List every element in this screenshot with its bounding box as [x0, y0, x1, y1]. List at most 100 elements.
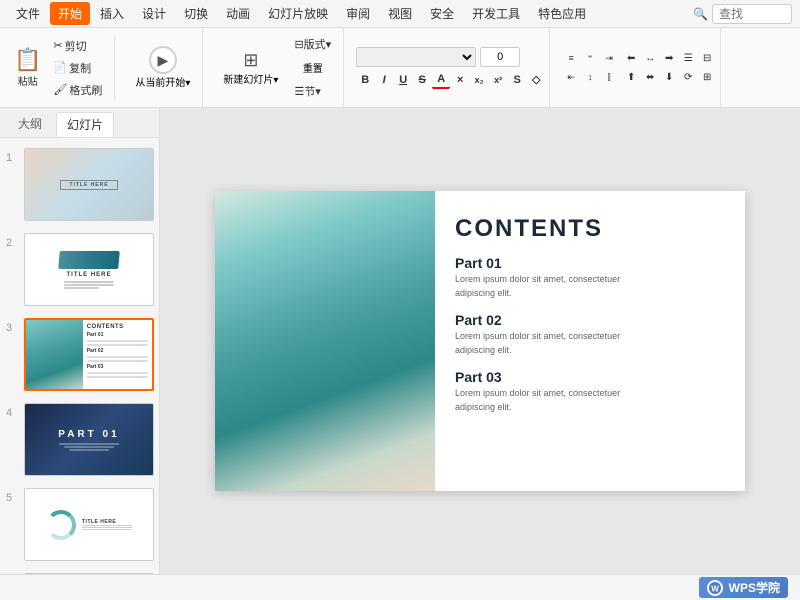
alignment-buttons: ⬅ ↔ ➡ ☰ ⊟ ⬆ ⬌ ⬇ ⟳ ⊞	[622, 49, 716, 86]
smart-art-button[interactable]: ⊞	[698, 68, 716, 86]
panel-tabs: 大纲 幻灯片	[0, 108, 159, 138]
copy-button[interactable]: 📄 复制	[49, 58, 106, 78]
numbered-list-button[interactable]: ⁼	[581, 49, 599, 67]
play-from-current-button[interactable]: ▶ 从当前开始▾	[127, 42, 198, 93]
slide-number-1: 1	[6, 152, 20, 164]
menu-animation[interactable]: 动画	[218, 2, 258, 25]
copy-label: 复制	[69, 60, 91, 76]
new-slide-button[interactable]: ⊞ 新建幻灯片▾	[215, 48, 286, 88]
valign-bottom-button[interactable]: ⬇	[660, 68, 678, 86]
paste-label: 粘贴	[18, 73, 38, 88]
slide-list: 1 TITLE HERE 2 TITLE HERE	[0, 138, 159, 574]
font-family-select[interactable]	[356, 47, 476, 67]
clipboard-group: 📋 粘贴 ✂ 剪切 📄 复制 🖌 格式刷	[8, 36, 115, 100]
slide-item-6[interactable]: 6 TITLE HERE	[4, 571, 155, 574]
svg-text:W: W	[711, 584, 719, 593]
slide-thumb-6: TITLE HERE	[24, 573, 154, 574]
slide-number-3: 3	[6, 322, 20, 334]
bold-button[interactable]: B	[356, 71, 374, 89]
indent-decrease-button[interactable]: ⇤	[562, 68, 580, 86]
strikethrough-button[interactable]: S	[413, 71, 431, 89]
wps-icon: W	[707, 580, 723, 596]
align-justify-button[interactable]: ☰	[679, 49, 697, 67]
format-painter-icon: 🖌	[53, 83, 67, 96]
align-left-button[interactable]: ⬅	[622, 49, 640, 67]
slide-part-1-text: Lorem ipsum dolor sit amet, consectetuer…	[455, 273, 635, 300]
slide-part-2-text: Lorem ipsum dolor sit amet, consectetuer…	[455, 330, 635, 357]
menu-slideshow[interactable]: 幻灯片放映	[260, 2, 336, 25]
slide-content: CONTENTS Part 01 Lorem ipsum dolor sit a…	[435, 191, 745, 491]
menu-design[interactable]: 设计	[134, 2, 174, 25]
valign-top-button[interactable]: ⬆	[622, 68, 640, 86]
slide-part-1-title: Part 01	[455, 255, 725, 271]
list-buttons: ≡ ⁼ ⇥ ⇤ ↕ ⫿	[562, 49, 618, 86]
section-label: 节▾	[304, 83, 321, 99]
wps-badge[interactable]: W WPS学院	[699, 577, 788, 598]
slide-item-3[interactable]: 3 CONTENTS Part 01 Part 02 Part 03	[4, 316, 155, 393]
cut-button[interactable]: ✂ 剪切	[49, 36, 106, 56]
slide-part-1: Part 01 Lorem ipsum dolor sit amet, cons…	[455, 255, 725, 300]
slide-item-1[interactable]: 1 TITLE HERE	[4, 146, 155, 223]
underline-button[interactable]: U	[394, 71, 412, 89]
line-spacing-button[interactable]: ↕	[581, 68, 599, 86]
menu-start[interactable]: 开始	[50, 2, 90, 25]
align-center-button[interactable]: ↔	[641, 49, 659, 67]
menu-view[interactable]: 视图	[380, 2, 420, 25]
bullet-list-button[interactable]: ≡	[562, 49, 580, 67]
slide-item-4[interactable]: 4 PART 01	[4, 401, 155, 478]
align-distribute-button[interactable]: ⊟	[698, 49, 716, 67]
menu-security[interactable]: 安全	[422, 2, 462, 25]
text-direction-button[interactable]: ⟳	[679, 68, 697, 86]
new-slide-label: 新建幻灯片▾	[223, 71, 278, 86]
subscript-button[interactable]: x₂	[470, 71, 488, 89]
format-painter-label: 格式刷	[69, 82, 102, 98]
text-shadow-button[interactable]: S	[508, 71, 526, 89]
slide-canvas[interactable]: CONTENTS Part 01 Lorem ipsum dolor sit a…	[215, 191, 745, 491]
toolbar: 📋 粘贴 ✂ 剪切 📄 复制 🖌 格式刷 ▶ 从当前开始▾	[0, 28, 800, 108]
search-input[interactable]	[712, 4, 792, 24]
align-right-button[interactable]: ➡	[660, 49, 678, 67]
layout-icon: ⊟	[294, 38, 303, 51]
slide-part-3-title: Part 03	[455, 369, 725, 385]
menu-transition[interactable]: 切换	[176, 2, 216, 25]
slide-part-3-text: Lorem ipsum dolor sit amet, consectetuer…	[455, 387, 635, 414]
play-icon: ▶	[149, 46, 177, 74]
slide-number-4: 4	[6, 407, 20, 419]
menu-insert[interactable]: 插入	[92, 2, 132, 25]
tab-outline[interactable]: 大纲	[8, 112, 52, 137]
superscript-button[interactable]: x²	[489, 71, 507, 89]
menu-bar: 文件 开始 插入 设计 切换 动画 幻灯片放映 审阅 视图 安全 开发工具 特色…	[8, 2, 594, 25]
font-group: 0 B I U S A × x₂ x² S ◇	[352, 28, 550, 108]
slide-thumb-3: CONTENTS Part 01 Part 02 Part 03	[24, 318, 154, 391]
cut-label: 剪切	[65, 38, 87, 54]
canvas-area[interactable]: CONTENTS Part 01 Lorem ipsum dolor sit a…	[160, 108, 800, 574]
indent-increase-button[interactable]: ⇥	[600, 49, 618, 67]
cut-icon: ✂	[53, 39, 62, 52]
section-button[interactable]: ☰ 节▾	[290, 81, 335, 101]
valign-middle-button[interactable]: ⬌	[641, 68, 659, 86]
slide-main-title: CONTENTS	[455, 215, 725, 243]
menu-file[interactable]: 文件	[8, 2, 48, 25]
font-size-input[interactable]: 0	[480, 47, 520, 67]
new-slide-icon: ⊞	[243, 50, 258, 71]
columns-button[interactable]: ⫿	[600, 68, 618, 86]
slide-thumb-1: TITLE HERE	[24, 148, 154, 221]
paste-button[interactable]: 📋 粘贴	[8, 43, 47, 92]
italic-button[interactable]: I	[375, 71, 393, 89]
clear-format-button[interactable]: ×	[451, 71, 469, 89]
search-box: 🔍	[693, 4, 792, 24]
layout-button[interactable]: ⊟ 版式▾	[290, 34, 335, 54]
slide-part-2: Part 02 Lorem ipsum dolor sit amet, cons…	[455, 312, 725, 357]
menu-devtools[interactable]: 开发工具	[464, 2, 528, 25]
slide-number-2: 2	[6, 237, 20, 249]
shape-text-button[interactable]: ◇	[527, 71, 545, 89]
slide-item-2[interactable]: 2 TITLE HERE	[4, 231, 155, 308]
reset-button[interactable]: 重置	[290, 56, 335, 79]
tab-slides[interactable]: 幻灯片	[56, 112, 114, 137]
slide-item-5[interactable]: 5 TITLE HERE	[4, 486, 155, 563]
font-color-button[interactable]: A	[432, 71, 450, 89]
menu-review[interactable]: 审阅	[338, 2, 378, 25]
format-painter-button[interactable]: 🖌 格式刷	[49, 80, 106, 100]
paste-icon: 📋	[14, 47, 41, 73]
menu-features[interactable]: 特色应用	[530, 2, 594, 25]
